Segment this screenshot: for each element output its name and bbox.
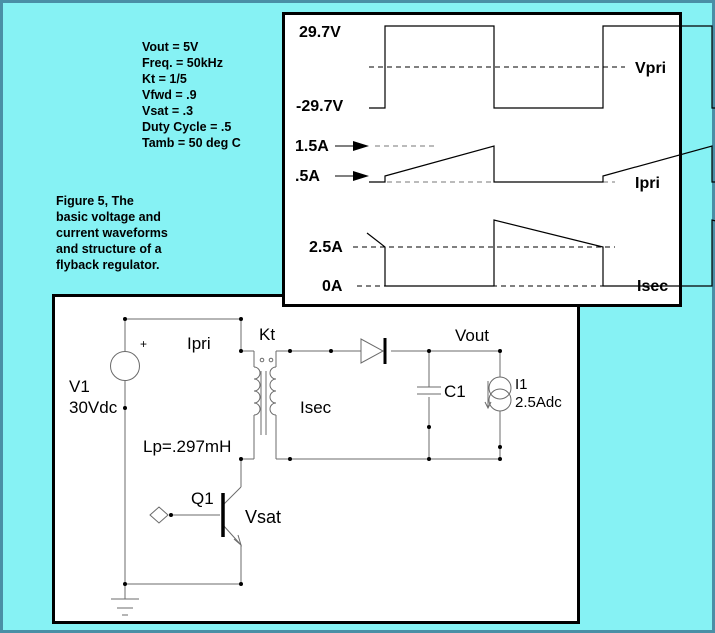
isec-label: Isec [300, 398, 332, 417]
param-vfwd: Vfwd = .9 [142, 88, 197, 102]
caption-line: Figure 5, The [56, 194, 134, 208]
v1-value: 30Vdc [69, 398, 118, 417]
base-input-port-icon [149, 506, 169, 524]
waveform-panel: 29.7V -29.7V Vpri 1.5A .5A Ipri 2.5A 0A … [282, 12, 715, 307]
waveform-svg: 29.7V -29.7V Vpri 1.5A .5A Ipri 2.5A 0A … [295, 24, 715, 295]
isec-zero-label: 0A [322, 278, 343, 295]
ipri-label: Ipri [187, 334, 211, 353]
ipri-trace [369, 145, 715, 183]
caption-line: flyback regulator. [56, 258, 160, 272]
c1-label: C1 [444, 382, 466, 401]
param-kt: Kt = 1/5 [142, 72, 187, 86]
ipri-start-arrow-icon [335, 171, 369, 181]
isec-level-label: 2.5A [309, 239, 343, 256]
param-vsat: Vsat = .3 [142, 104, 194, 118]
vsat-label: Vsat [245, 507, 281, 527]
figure-caption: Figure 5, The basic voltage and current … [56, 193, 168, 273]
param-freq: Freq. = 50kHz [142, 56, 223, 70]
capacitor-icon [417, 386, 441, 395]
vout-label: Vout [455, 326, 489, 345]
vpri-name: Vpri [635, 60, 666, 77]
ipri-name: Ipri [635, 175, 660, 192]
transistor-icon [221, 493, 242, 547]
caption-line: and structure of a [56, 242, 162, 256]
ground-icon [111, 584, 139, 616]
ipri-peak-arrow-icon [335, 141, 369, 151]
lp-label: Lp=.297mH [143, 437, 231, 456]
wire-collector-diag [222, 486, 242, 506]
q1-label: Q1 [191, 489, 214, 508]
i1-name: I1 [515, 376, 528, 393]
caption-line: basic voltage and [56, 210, 161, 224]
i1-value: 2.5Adc [515, 394, 562, 411]
vpri-low-label: -29.7V [296, 98, 343, 115]
ipri-peak-label: 1.5A [295, 138, 329, 155]
ipri-start-label: .5A [295, 168, 320, 185]
caption-line: current waveforms [56, 226, 168, 240]
voltage-source-icon [110, 351, 140, 381]
isec-trace [366, 219, 715, 287]
current-source-icon [484, 376, 512, 412]
param-vout: Vout = 5V [142, 40, 199, 54]
schematic-panel: + V1 30Vdc Ipri Kt Isec Lp=.297mH Vout C… [52, 294, 580, 624]
v1-name: V1 [69, 377, 90, 396]
kt-label: Kt [259, 325, 275, 344]
parameter-list: Vout = 5V Freq. = 50kHz Kt = 1/5 Vfwd = … [142, 39, 241, 151]
vpri-high-label: 29.7V [299, 24, 341, 41]
diode-icon [360, 338, 387, 364]
transformer-icon [253, 351, 277, 459]
v1-polarity: + [140, 337, 147, 351]
param-tamb: Tamb = 50 deg C [142, 136, 241, 150]
param-duty-cycle: Duty Cycle = .5 [142, 120, 232, 134]
schematic-svg: + V1 30Vdc Ipri Kt Isec Lp=.297mH Vout C… [69, 317, 562, 616]
